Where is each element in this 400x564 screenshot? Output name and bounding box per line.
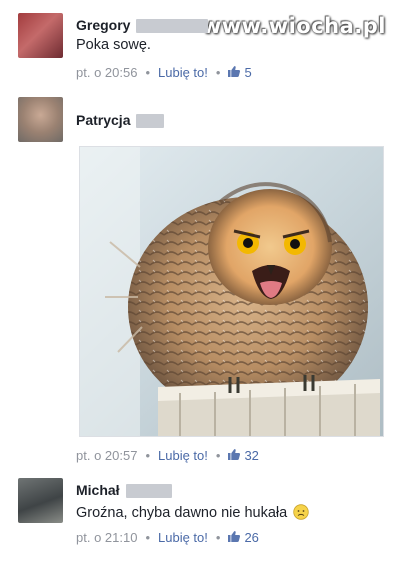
thumbs-up-icon[interactable] <box>228 530 241 545</box>
separator-dot: • <box>215 530 221 545</box>
comment-text: Poka sowę. <box>76 37 151 53</box>
like-button[interactable]: Lubię to! <box>158 530 208 545</box>
comment-meta: pt. o 20:57 • Lubię to! • 32 <box>76 448 259 463</box>
separator-dot: • <box>215 448 221 463</box>
timestamp[interactable]: pt. o 20:57 <box>76 448 137 463</box>
like-count[interactable]: 32 <box>244 448 258 463</box>
comment-text: Groźna, chyba dawno nie hukała <box>76 504 309 524</box>
separator-dot: • <box>145 530 151 545</box>
comment: Gregory Poka sowę. pt. o 20:56 • Lubię to!… <box>0 0 400 90</box>
like-button[interactable]: Lubię to! <box>158 65 208 80</box>
thumbs-up-icon[interactable] <box>228 448 241 463</box>
timestamp[interactable]: pt. o 20:56 <box>76 65 137 80</box>
separator-dot: • <box>215 65 221 80</box>
avatar[interactable] <box>18 478 63 523</box>
sad-face-icon <box>293 504 309 524</box>
separator-dot: • <box>145 448 151 463</box>
like-count[interactable]: 26 <box>244 530 258 545</box>
comment-meta: pt. o 20:56 • Lubię to! • 5 <box>76 65 252 80</box>
author-label[interactable]: Michał <box>76 482 120 498</box>
avatar[interactable] <box>18 97 63 142</box>
timestamp[interactable]: pt. o 21:10 <box>76 530 137 545</box>
author-label[interactable]: Patrycja <box>76 112 130 128</box>
blurred-surname <box>136 114 165 129</box>
thumbs-up-icon[interactable] <box>228 65 241 80</box>
comment-text-label: Groźna, chyba dawno nie hukała <box>76 505 288 521</box>
author-label[interactable]: Gregory <box>76 17 130 33</box>
owl-photo[interactable] <box>79 146 384 437</box>
comment-meta-row: pt. o 20:57 • Lubię to! • 32 <box>0 440 400 470</box>
like-count[interactable]: 5 <box>244 65 251 80</box>
separator-dot: • <box>145 65 151 80</box>
avatar[interactable] <box>18 13 63 58</box>
author-name[interactable]: Michał <box>76 482 172 499</box>
like-button[interactable]: Lubię to! <box>158 448 208 463</box>
comment: Michał Groźna, chyba dawno nie hukała pt… <box>0 470 400 564</box>
blurred-surname <box>136 19 209 34</box>
comment-meta: pt. o 21:10 • Lubię to! • 26 <box>76 530 259 545</box>
blurred-surname <box>125 484 172 499</box>
author-name[interactable]: Gregory <box>76 17 209 34</box>
author-name[interactable]: Patrycja <box>76 112 165 129</box>
